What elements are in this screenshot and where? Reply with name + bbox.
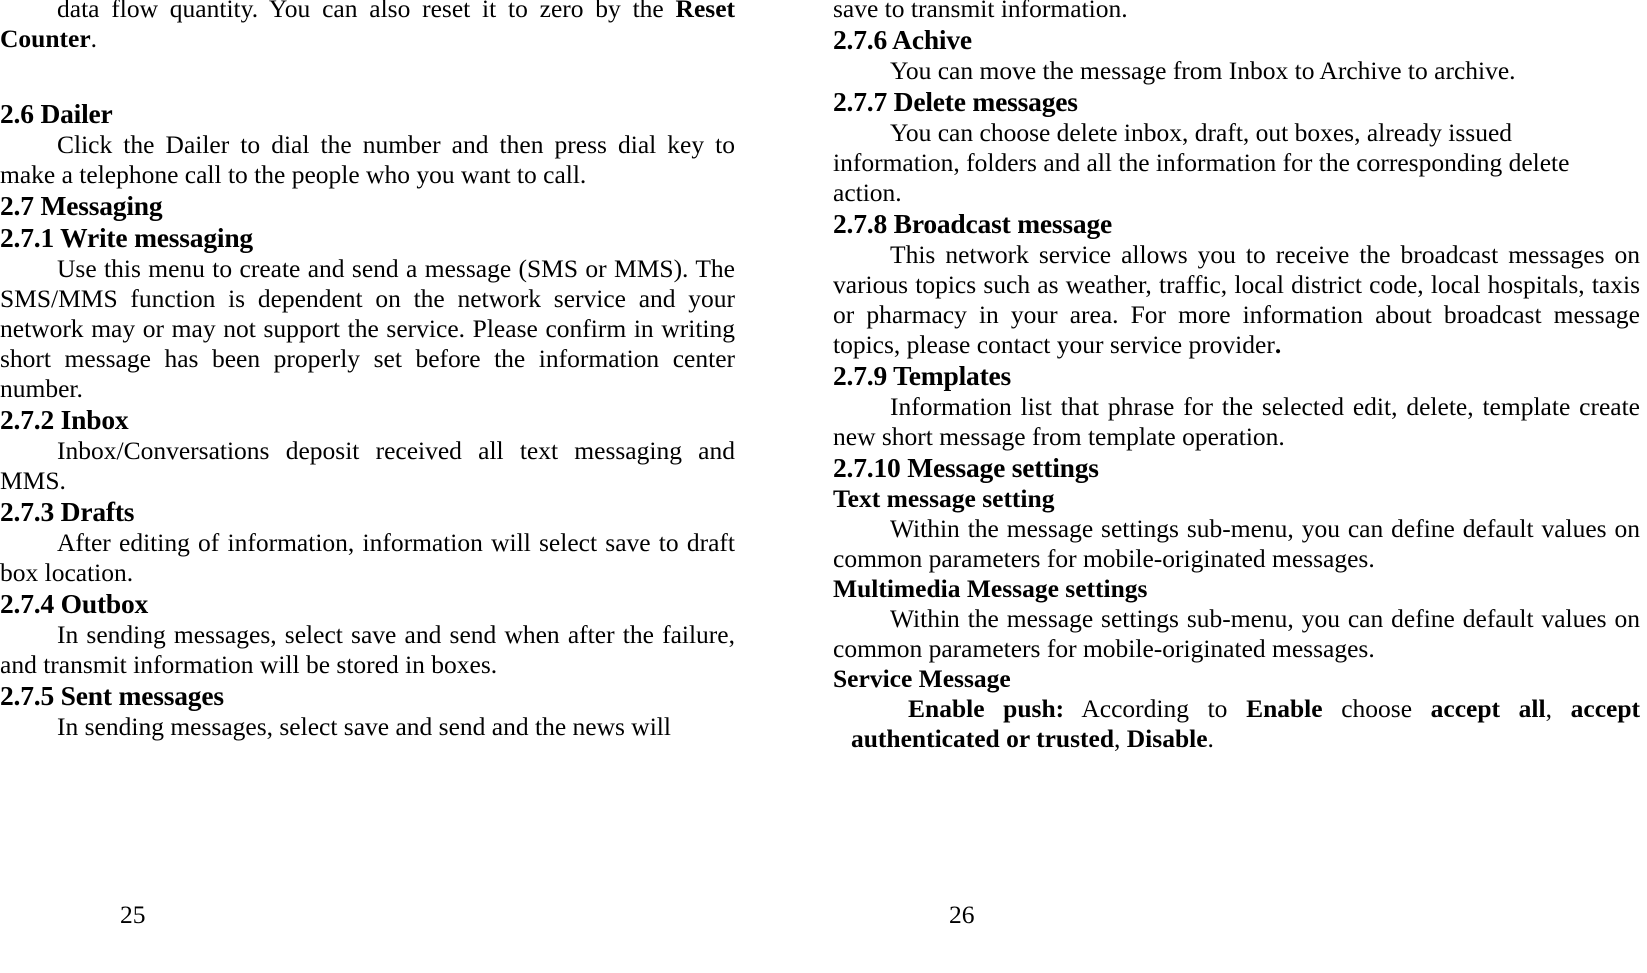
heading-2-6-dailer: 2.6 Dailer xyxy=(0,98,113,129)
heading-2-7-2-inbox: 2.7.2 Inbox xyxy=(0,404,129,435)
body-enable-push: Enable push: According to Enable choose … xyxy=(833,694,1640,754)
continued-text-after-bold: . xyxy=(90,24,98,53)
heading-2-7-5-sent-messages: 2.7.5 Sent messages xyxy=(0,680,224,711)
body-2-7-7-delete-messages: You can choose delete inbox, draft, out … xyxy=(833,118,1570,207)
body-2-7-4-outbox: In sending messages, select save and sen… xyxy=(0,620,735,679)
enable-push-text3: , xyxy=(1545,694,1571,723)
page-25-column: data flow quantity. You can also reset i… xyxy=(0,0,735,742)
enable-push-text5: . xyxy=(1207,724,1214,753)
heading-2-7-10-message-settings: 2.7.10 Message settings xyxy=(833,452,1099,483)
body-2-7-9-templates: Information list that phrase for the sel… xyxy=(833,392,1640,451)
broadcast-body-text: This network service allows you to recei… xyxy=(833,240,1640,359)
subheading-text-message-setting: Text message setting xyxy=(833,484,1055,513)
heading-2-7-messaging: 2.7 Messaging xyxy=(0,190,163,221)
page-26-column: save to transmit information. 2.7.6 Achi… xyxy=(833,0,1640,754)
enable-push-text1: According to xyxy=(1064,694,1247,723)
body-2-7-1-write-messaging: Use this menu to create and send a messa… xyxy=(0,254,735,403)
continued-text-before-bold: data flow quantity. You can also reset i… xyxy=(57,0,676,23)
enable-push-label: Enable push: xyxy=(908,694,1065,723)
body-2-7-6-achive: You can move the message from Inbox to A… xyxy=(890,56,1516,85)
subheading-multimedia-message-settings: Multimedia Message settings xyxy=(833,574,1148,603)
body-2-6-dailer: Click the Dailer to dial the number and … xyxy=(0,130,735,189)
heading-2-7-1-write-messaging: 2.7.1 Write messaging xyxy=(0,222,253,253)
body-2-7-3-drafts: After editing of information, informatio… xyxy=(0,528,735,587)
heading-2-7-6-achive: 2.7.6 Achive xyxy=(833,24,972,55)
body-text-message-setting: Within the message settings sub-menu, yo… xyxy=(833,514,1640,573)
page-number-25: 25 xyxy=(120,900,146,929)
heading-2-7-4-outbox: 2.7.4 Outbox xyxy=(0,588,149,619)
enable-push-bold2: accept all xyxy=(1430,694,1546,723)
enable-push-text2: choose xyxy=(1322,694,1431,723)
enable-push-bold4: Disable xyxy=(1126,724,1208,753)
document-spread: data flow quantity. You can also reset i… xyxy=(0,0,1647,973)
body-2-7-2-inbox: Inbox/Conversations deposit received all… xyxy=(0,436,735,495)
enable-push-text4: , xyxy=(1114,724,1127,753)
continued-paragraph-left: data flow quantity. You can also reset i… xyxy=(0,0,735,54)
heading-2-7-3-drafts: 2.7.3 Drafts xyxy=(0,496,135,527)
body-2-7-8-broadcast-message: This network service allows you to recei… xyxy=(833,240,1640,360)
continued-paragraph-right: save to transmit information. xyxy=(833,0,1128,23)
subheading-service-message: Service Message xyxy=(833,664,1011,693)
heading-2-7-9-templates: 2.7.9 Templates xyxy=(833,360,1012,391)
body-multimedia-message-settings: Within the message settings sub-menu, yo… xyxy=(833,604,1640,663)
body-2-7-5-sent-messages: In sending messages, select save and sen… xyxy=(57,712,671,741)
page-number-26: 26 xyxy=(949,900,975,929)
broadcast-bold-period: . xyxy=(1274,330,1282,359)
heading-2-7-8-broadcast-message: 2.7.8 Broadcast message xyxy=(833,208,1113,239)
enable-push-bold1: Enable xyxy=(1246,694,1323,723)
heading-2-7-7-delete-messages: 2.7.7 Delete messages xyxy=(833,86,1078,117)
